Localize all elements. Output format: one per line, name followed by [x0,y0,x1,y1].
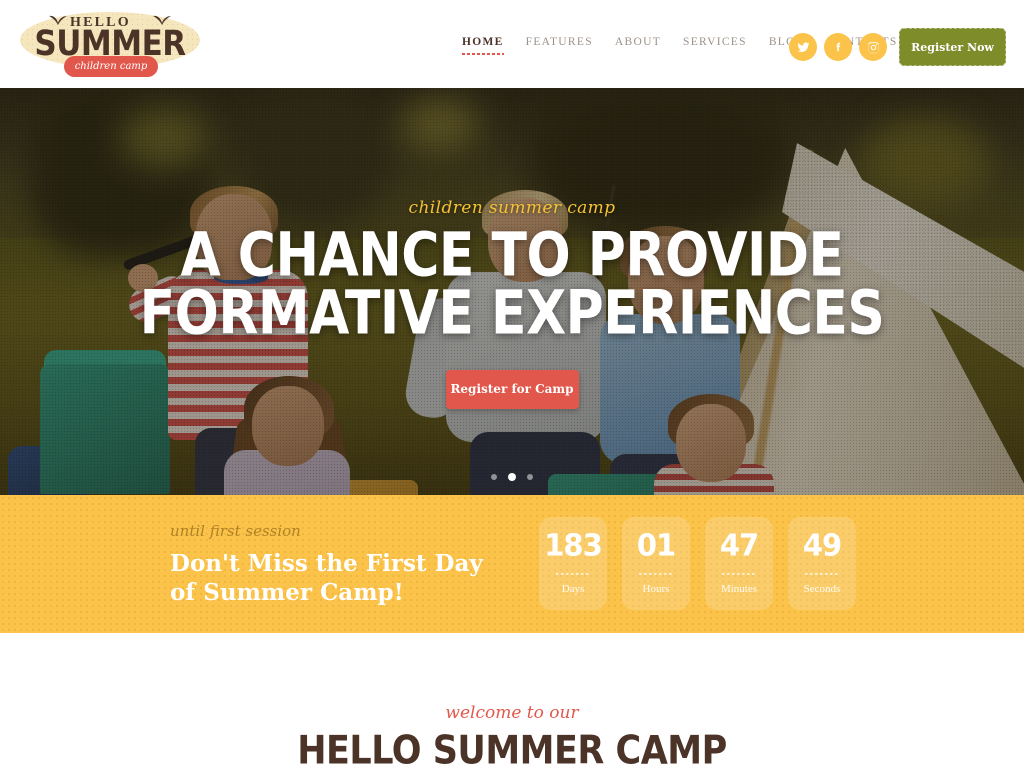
countdown-heading-line-1: Don't Miss the First Day [170,550,483,577]
countdown-unit-seconds: 49 Seconds [788,517,856,610]
site-logo[interactable]: HELLO SUMMER children camp [12,4,208,84]
countdown-divider [639,573,673,575]
hero-title-line-2: FORMATIVE EXPERIENCES [139,278,885,349]
countdown-text-block: until first session Don't Miss the First… [170,522,483,608]
countdown-hours-label: Hours [642,583,670,595]
countdown-days-label: Days [561,583,585,595]
hero-slider: children summer camp A CHANCE TO PROVIDE… [0,88,1024,495]
countdown-heading-line-2: of Summer Camp! [170,579,404,607]
countdown-heading: Don't Miss the First Day of Summer Camp! [170,549,483,608]
countdown-divider [722,573,756,575]
countdown-unit-days: 183 Days [539,517,607,610]
countdown-seconds-label: Seconds [803,583,841,595]
social-link-facebook[interactable] [824,33,852,61]
countdown-section: until first session Don't Miss the First… [0,495,1024,633]
hero-content: children summer camp A CHANCE TO PROVIDE… [0,88,1024,495]
hero-title: A CHANCE TO PROVIDE FORMATIVE EXPERIENCE… [139,221,885,349]
countdown-divider [556,573,590,575]
countdown-hours-value: 01 [636,527,676,563]
countdown-minutes-label: Minutes [720,583,758,595]
nav-item-about[interactable]: ABOUT [615,36,661,55]
nav-item-features[interactable]: FEATURES [526,36,593,55]
nav-item-home[interactable]: HOME [462,36,504,55]
countdown-kicker: until first session [170,522,301,540]
site-header: HELLO SUMMER children camp HOME FEATURES… [0,0,1024,88]
countdown-divider [805,573,839,575]
hero-title-line-1: A CHANCE TO PROVIDE [180,221,844,291]
hero-slider-dots [0,473,1024,481]
welcome-title: HELLO SUMMER CAMP [297,728,727,773]
twitter-icon [797,41,809,52]
countdown-minutes-value: 47 [719,527,759,563]
hero-kicker: children summer camp [408,198,616,218]
register-now-button[interactable]: Register Now [899,28,1006,66]
facebook-icon [835,42,840,51]
welcome-kicker: welcome to our [445,703,579,723]
countdown-unit-hours: 01 Hours [622,517,690,610]
welcome-section: welcome to our HELLO SUMMER CAMP [0,633,1024,773]
social-link-twitter[interactable] [789,33,817,61]
slider-dot-1[interactable] [491,474,497,480]
social-link-instagram[interactable] [859,33,887,61]
register-for-camp-button[interactable]: Register for Camp [445,369,579,409]
countdown-timer: 183 Days 01 Hours 47 Minutes 49 Seconds [539,517,856,610]
countdown-seconds-value: 49 [802,527,842,563]
slider-dot-2[interactable] [508,473,516,481]
countdown-unit-minutes: 47 Minutes [705,517,773,610]
instagram-icon [867,41,879,53]
countdown-days-value: 183 [544,527,603,563]
logo-tagline-text: children camp [74,61,148,72]
logo-tagline-banner: children camp [64,56,158,77]
social-links [789,33,887,61]
slider-dot-3[interactable] [527,474,533,480]
nav-item-services[interactable]: SERVICES [683,36,747,55]
